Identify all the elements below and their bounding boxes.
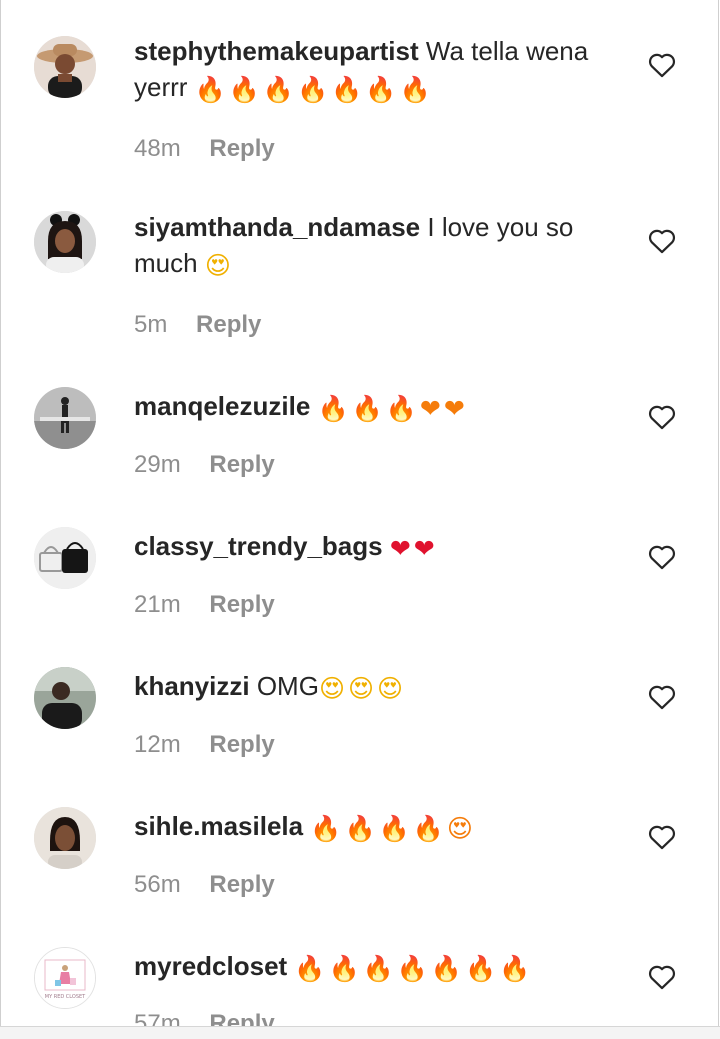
- heart-eyes-emoji-icon: 😍: [204, 251, 234, 280]
- comment-meta: 12m Reply: [134, 730, 275, 760]
- heart-like-icon[interactable]: [648, 52, 676, 78]
- comment-time: 29m: [134, 451, 181, 478]
- comment-meta: 56m Reply: [134, 870, 275, 900]
- comment-text: manqelezuzile 🔥🔥🔥❤❤: [134, 388, 614, 424]
- heart-like-icon[interactable]: [648, 964, 676, 990]
- avatar[interactable]: [34, 36, 96, 98]
- comment-meta: 48m Reply: [134, 134, 275, 164]
- comment-text: classy_trendy_bags ❤❤: [134, 528, 614, 564]
- comment-text: khanyizzi OMG😍😍😍: [134, 668, 614, 704]
- heart-like-icon[interactable]: [648, 228, 676, 254]
- reply-button[interactable]: Reply: [209, 135, 274, 162]
- comment-username[interactable]: stephythemakeupartist: [134, 36, 419, 66]
- reply-button[interactable]: Reply: [209, 731, 274, 758]
- comment-username[interactable]: sihle.masilela: [134, 811, 303, 841]
- comment-text: siyamthanda_ndamase I love you so much 😍: [134, 209, 614, 281]
- comment-text: stephythemakeupartist Wa tella wena yerr…: [134, 33, 614, 105]
- reply-button[interactable]: Reply: [209, 591, 274, 618]
- avatar-caption: MY RED CLOSET: [45, 994, 86, 1000]
- avatar[interactable]: [34, 527, 96, 589]
- avatar[interactable]: [34, 807, 96, 869]
- heart-like-icon[interactable]: [648, 684, 676, 710]
- heart-eyes-emoji-icon: 😍😍😍: [318, 674, 407, 703]
- comment-username[interactable]: classy_trendy_bags: [134, 531, 383, 561]
- bottom-divider: [0, 1026, 720, 1039]
- heart-like-icon[interactable]: [648, 404, 676, 430]
- comment-time: 56m: [134, 871, 181, 898]
- avatar[interactable]: [34, 667, 96, 729]
- reply-button[interactable]: Reply: [209, 871, 274, 898]
- heart-like-icon[interactable]: [648, 544, 676, 570]
- red-heart-emoji-icon: ❤❤: [389, 534, 438, 563]
- comment-username[interactable]: myredcloset: [134, 951, 287, 981]
- avatar[interactable]: [34, 387, 96, 449]
- comment-meta: 21m Reply: [134, 590, 275, 620]
- reply-button[interactable]: Reply: [209, 451, 274, 478]
- comment-username[interactable]: siyamthanda_ndamase: [134, 212, 420, 242]
- heart-like-icon[interactable]: [648, 824, 676, 850]
- comment-meta: 29m Reply: [134, 450, 275, 480]
- comment-meta: 5m Reply: [134, 310, 261, 340]
- comment-time: 12m: [134, 731, 181, 758]
- comment-time: 21m: [134, 591, 181, 618]
- reply-button[interactable]: Reply: [196, 311, 261, 338]
- fire-emoji-icon: 🔥🔥🔥🔥🔥🔥🔥: [194, 75, 434, 104]
- fire-emoji-icon: 🔥🔥🔥🔥🔥🔥🔥: [294, 954, 534, 983]
- fire-heart-eyes-emoji-icon: 🔥🔥🔥🔥😍: [310, 814, 476, 843]
- comment-text: sihle.masilela 🔥🔥🔥🔥😍: [134, 808, 614, 844]
- comment-body: OMG: [256, 671, 319, 701]
- fire-heart-emoji-icon: 🔥🔥🔥❤❤: [317, 394, 468, 423]
- comment-time: 48m: [134, 135, 181, 162]
- comment-username[interactable]: khanyizzi: [134, 671, 250, 701]
- comment-username[interactable]: manqelezuzile: [134, 391, 310, 421]
- comments-panel: stephythemakeupartist Wa tella wena yerr…: [0, 0, 719, 1038]
- avatar[interactable]: MY RED CLOSET: [34, 947, 96, 1009]
- avatar[interactable]: [34, 211, 96, 273]
- comment-time: 5m: [134, 311, 168, 338]
- comment-text: myredcloset 🔥🔥🔥🔥🔥🔥🔥: [134, 948, 614, 984]
